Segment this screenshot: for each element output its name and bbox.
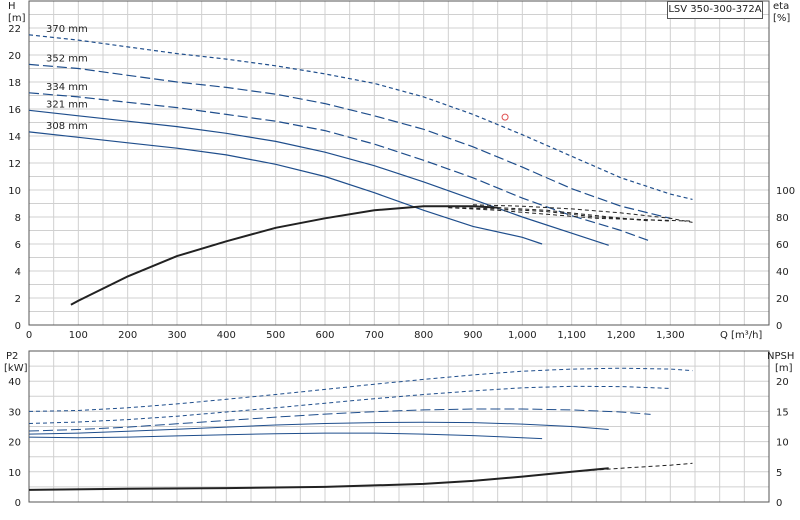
x-tick-label: 1,000 [508, 330, 537, 341]
x-tick-label: 400 [217, 330, 236, 341]
pump-curve-chart: 0 100 200 300 400 500 600 700 800 900 1,000 1,100 1,… [0, 0, 800, 520]
y-tick-label-left: 20 [8, 51, 21, 62]
y-tick-label-left: 0 [15, 498, 21, 509]
y-tick-label-right: 100 [776, 186, 795, 197]
efficiency-curve [70, 205, 498, 306]
y-tick-label-right: 0 [776, 498, 782, 509]
head-curve-370-mm [28, 34, 693, 200]
y-tick-label-left: 10 [8, 468, 21, 479]
y-tick-label-left: 20 [8, 438, 21, 449]
x-tick-label: 200 [118, 330, 137, 341]
head-curve-label: 370 mm [46, 24, 88, 35]
x-tick-label: 600 [315, 330, 334, 341]
x-tick-label: 1,200 [607, 330, 636, 341]
y-axis-label-left: H [8, 1, 16, 12]
y-tick-label-right: 20 [776, 377, 789, 388]
y-tick-label-left: 30 [8, 407, 21, 418]
y-tick-label-right: 40 [776, 267, 789, 278]
y-tick-label-left: 8 [15, 213, 21, 224]
y-tick-label-left: 12 [8, 159, 21, 170]
x-axis-label: Q [m³/h] [720, 330, 762, 341]
y-axis-label-left: P2 [6, 351, 18, 362]
x-tick-label: 500 [266, 330, 285, 341]
y-tick-label-right: 80 [776, 213, 789, 224]
head-curve-label: 308 mm [46, 121, 88, 132]
power-curve [28, 367, 693, 412]
y-tick-label-left: 40 [8, 377, 21, 388]
x-tick-label: 1,100 [557, 330, 586, 341]
y-tick-label-right: 60 [776, 240, 789, 251]
head-curve-321-mm [28, 109, 609, 246]
y-tick-label-right: 5 [776, 468, 782, 479]
head-curve-label: 334 mm [46, 82, 88, 93]
y-tick-label-left: 6 [15, 240, 21, 251]
y-tick-label-right: 10 [776, 438, 789, 449]
y-tick-label-left: 18 [8, 78, 21, 89]
x-tick-label: 300 [167, 330, 186, 341]
x-tick-label: 700 [365, 330, 384, 341]
x-tick-label: 0 [26, 330, 32, 341]
y-tick-label-left: 10 [8, 186, 21, 197]
y-axis-label-right: NPSH [767, 351, 794, 362]
x-tick-label: 100 [69, 330, 88, 341]
duty-point-marker [501, 113, 509, 121]
y-tick-label-right: 20 [776, 294, 789, 305]
y-tick-label-left: 4 [15, 267, 21, 278]
power-curve [28, 432, 543, 440]
x-tick-label: 1,300 [656, 330, 685, 341]
y-tick-label-left: 22 [8, 24, 21, 35]
y-axis-unit-left: [m] [8, 13, 26, 24]
y-tick-label-left: 16 [8, 105, 21, 116]
y-tick-label-right: 0 [776, 321, 782, 332]
y-tick-label-left: 0 [15, 321, 21, 332]
y-axis-label-right: eta [773, 1, 789, 12]
head-curve-308-mm [28, 131, 543, 245]
x-tick-label: 900 [463, 330, 482, 341]
y-tick-label-right: 15 [776, 407, 789, 418]
power-curve [28, 421, 609, 435]
head-curve-label: 321 mm [46, 99, 88, 110]
model-label: LSV 350-300-372A [667, 1, 763, 19]
y-axis-unit-left: [kW] [4, 363, 28, 374]
chart-canvas: 0 100 200 300 400 500 600 700 800 900 1,000 1,100 1,… [4, 0, 795, 509]
y-axis-unit-right: [m] [775, 363, 793, 374]
x-tick-label: 800 [414, 330, 433, 341]
y-tick-label-left: 14 [8, 132, 21, 143]
head-curve-label: 352 mm [46, 53, 88, 64]
y-tick-label-left: 2 [15, 294, 21, 305]
y-axis-unit-right: [%] [773, 13, 790, 24]
head-curve-334-mm [28, 92, 651, 242]
